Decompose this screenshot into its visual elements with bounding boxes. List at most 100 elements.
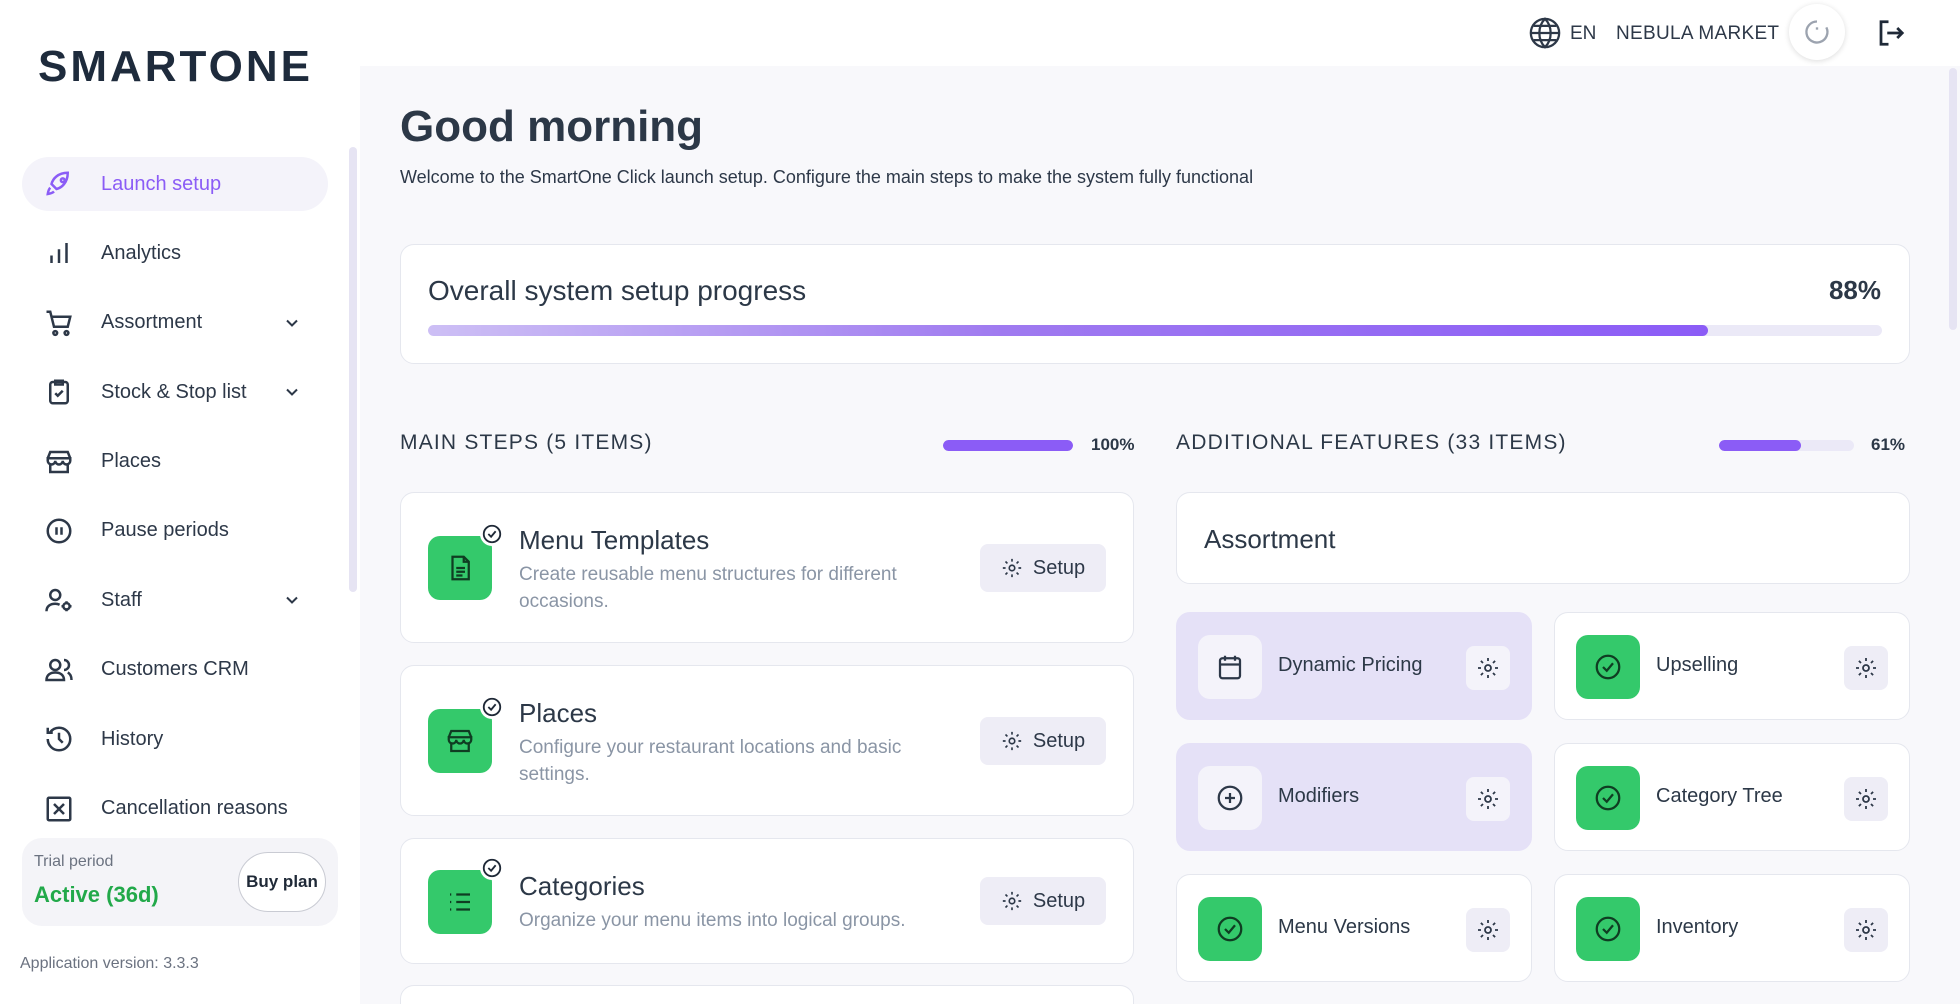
clipboard-check-icon — [42, 375, 76, 409]
chevron-down-icon[interactable] — [282, 590, 302, 610]
gear-icon[interactable] — [1466, 908, 1510, 952]
step-description: Configure your restaurant locations and … — [519, 737, 902, 785]
overall-progress-bar — [428, 325, 1882, 336]
plus-circle-icon — [1198, 766, 1262, 830]
sidebar-item-label: Staff — [101, 588, 142, 611]
gear-icon[interactable] — [1466, 777, 1510, 821]
gear-icon[interactable] — [1844, 908, 1888, 952]
feature-label: Inventory — [1656, 916, 1739, 938]
sidebar-item-stock-stop-list[interactable]: Stock & Stop list — [22, 365, 328, 419]
setup-button[interactable]: Setup — [980, 544, 1106, 592]
trial-panel: Trial period Active (36d) Buy plan — [22, 838, 338, 926]
gear-icon[interactable] — [1466, 646, 1510, 690]
sidebar-item-label: Stock & Stop list — [101, 380, 247, 403]
step-title: Places — [519, 698, 598, 728]
step-title: Categories — [519, 871, 645, 901]
step-description: Organize your menu items into logical gr… — [519, 910, 906, 931]
sidebar-scrollbar[interactable] — [349, 147, 357, 592]
check-circle-icon — [1576, 897, 1640, 961]
sidebar-item-label: Cancellation reasons — [101, 797, 288, 820]
step-card-places: Places Configure your restaurant locatio… — [400, 665, 1134, 816]
logout-icon[interactable] — [1876, 18, 1906, 48]
avatar[interactable] — [1789, 4, 1845, 60]
overall-progress-percent: 88% — [1828, 275, 1881, 305]
feature-label: Modifiers — [1278, 785, 1360, 807]
feature-label: Upselling — [1656, 654, 1739, 676]
users-icon — [42, 653, 76, 687]
sidebar-item-label: History — [101, 727, 164, 750]
step-card-categories: Categories Organize your menu items into… — [400, 838, 1134, 964]
main-steps-percent: 100% — [1091, 435, 1135, 454]
trial-label: Trial period — [34, 853, 114, 870]
feature-card-menu-versions[interactable]: Menu Versions — [1176, 874, 1532, 982]
setup-button-label: Setup — [1032, 556, 1086, 579]
document-icon — [428, 522, 504, 600]
sidebar-item-cancellation-reasons[interactable]: Cancellation reasons — [22, 782, 328, 836]
feature-card-category-tree[interactable]: Category Tree — [1554, 743, 1910, 851]
buy-plan-button[interactable]: Buy plan — [238, 852, 326, 912]
feature-card-upselling[interactable]: Upselling — [1554, 612, 1910, 720]
sidebar-item-label: Pause periods — [101, 519, 229, 542]
page-title: Good morning — [400, 102, 704, 151]
gear-icon[interactable] — [1844, 646, 1888, 690]
feature-card-modifiers[interactable]: Modifiers — [1176, 743, 1532, 851]
additional-progress-fill — [1719, 440, 1802, 451]
check-circle-icon — [1198, 897, 1262, 961]
gear-icon[interactable] — [1844, 777, 1888, 821]
main-steps-progress-fill — [943, 440, 1073, 451]
history-icon — [42, 722, 76, 756]
gear-icon — [1002, 891, 1022, 911]
chevron-down-icon[interactable] — [282, 313, 302, 333]
main-scrollbar[interactable] — [1949, 68, 1957, 330]
gear-icon — [1002, 731, 1022, 751]
bar-chart-icon — [42, 236, 76, 270]
main-steps-title: MAIN STEPS (5 ITEMS) — [400, 431, 653, 454]
additional-percent: 61% — [1871, 435, 1906, 454]
step-card-next — [400, 985, 1134, 1004]
feature-group-title: Assortment — [1204, 524, 1336, 554]
sidebar-item-history[interactable]: History — [22, 712, 328, 766]
store-icon — [428, 695, 504, 773]
setup-button[interactable]: Setup — [980, 717, 1106, 765]
spinner-icon — [1805, 20, 1829, 44]
feature-card-dynamic-pricing[interactable]: Dynamic Pricing — [1176, 612, 1532, 720]
globe-icon[interactable] — [1528, 16, 1562, 50]
overall-progress-title: Overall system setup progress — [428, 275, 807, 306]
additional-features-title: ADDITIONAL FEATURES (33 ITEMS) — [1176, 431, 1567, 454]
cart-icon — [42, 306, 76, 340]
step-description: Create reusable menu structures for diff… — [519, 564, 897, 612]
pause-circle-icon — [42, 514, 76, 548]
list-icon — [428, 856, 504, 934]
sidebar-item-label: Customers CRM — [101, 658, 249, 681]
sidebar-item-assortment[interactable]: Assortment — [22, 296, 328, 350]
sidebar-item-pause-periods[interactable]: Pause periods — [22, 504, 328, 558]
check-circle-icon — [1576, 635, 1640, 699]
check-icon — [480, 695, 504, 719]
step-title: Menu Templates — [519, 525, 710, 555]
welcome-text: Welcome to the SmartOne Click launch set… — [400, 167, 1254, 187]
additional-progress-bar — [1719, 440, 1854, 451]
sidebar-item-launch-setup[interactable]: Launch setup — [22, 157, 328, 211]
overall-progress-fill — [428, 325, 1708, 336]
sidebar-item-label: Places — [101, 450, 162, 473]
sidebar-item-analytics[interactable]: Analytics — [22, 226, 328, 280]
overall-progress-card: Overall system setup progress 88% — [400, 244, 1910, 364]
sidebar-item-customers-crm[interactable]: Customers CRM — [22, 643, 328, 697]
feature-label: Dynamic Pricing — [1278, 654, 1423, 676]
user-gear-icon — [42, 583, 76, 617]
x-square-icon — [42, 792, 76, 826]
store-name[interactable]: NEBULA MARKET — [1616, 23, 1779, 45]
sidebar-item-staff[interactable]: Staff — [22, 573, 328, 627]
sidebar: SMARTONE Launch setup Analytics Assortme… — [0, 0, 360, 1004]
chevron-down-icon[interactable] — [282, 382, 302, 402]
sidebar-item-places[interactable]: Places — [22, 435, 328, 489]
feature-label: Category Tree — [1656, 785, 1783, 807]
setup-button[interactable]: Setup — [980, 877, 1106, 925]
app-logo[interactable]: SMARTONE — [38, 42, 313, 92]
setup-button-label: Setup — [1032, 889, 1086, 912]
calendar-icon — [1198, 635, 1262, 699]
language-selector[interactable]: EN — [1570, 23, 1596, 45]
feature-card-inventory[interactable]: Inventory — [1554, 874, 1910, 982]
check-circle-icon — [1576, 766, 1640, 830]
rocket-icon — [42, 167, 76, 201]
